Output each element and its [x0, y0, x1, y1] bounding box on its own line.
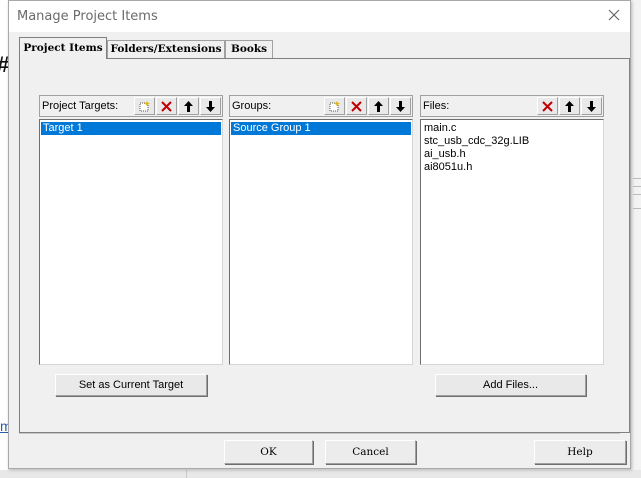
files-list[interactable]: main.c stc_usb_cdc_32g.LIB ai_usb.h ai80…: [420, 119, 604, 365]
groups-panel: Groups: Source Group 1: [229, 95, 413, 365]
files-header: Files:: [420, 95, 604, 117]
file-list-item[interactable]: ai_usb.h: [422, 148, 602, 161]
ok-button[interactable]: OK: [224, 440, 313, 464]
move-up-icon: [374, 100, 383, 112]
project-targets-list[interactable]: Target 1: [39, 119, 223, 365]
set-as-current-target-button[interactable]: Set as Current Target: [55, 374, 207, 396]
files-label: Files:: [423, 100, 450, 112]
delete-icon: [542, 100, 553, 112]
groups-label: Groups:: [232, 100, 272, 112]
move-up-icon: [565, 100, 574, 112]
add-files-button[interactable]: Add Files...: [435, 374, 586, 396]
move-down-icon: [206, 100, 215, 112]
background-taskbar-strip: [0, 470, 641, 478]
groups-list[interactable]: Source Group 1: [229, 119, 413, 365]
files-panel: Files: main.c stc_usb_cdc_32g.LIB ai_usb…: [420, 95, 604, 365]
new-group-button[interactable]: [324, 97, 345, 115]
close-button[interactable]: [604, 7, 624, 27]
project-targets-toolbar: [133, 97, 221, 115]
move-down-icon: [587, 100, 596, 112]
close-icon: [608, 9, 620, 21]
move-group-up-button[interactable]: [368, 97, 389, 115]
delete-icon: [351, 100, 362, 112]
tab-folders-extensions[interactable]: Folders/Extensions: [107, 40, 225, 58]
groups-header: Groups:: [229, 95, 413, 117]
delete-icon: [161, 100, 172, 112]
move-up-icon: [184, 100, 193, 112]
dialog-title: Manage Project Items: [17, 9, 158, 24]
title-bar: Manage Project Items: [9, 1, 630, 32]
move-down-icon: [396, 100, 405, 112]
tab-project-items[interactable]: Project Items: [19, 37, 107, 59]
delete-target-button[interactable]: [156, 97, 177, 115]
move-target-down-button[interactable]: [200, 97, 221, 115]
move-group-down-button[interactable]: [390, 97, 411, 115]
target-list-item[interactable]: Target 1: [41, 122, 221, 135]
project-targets-header: Project Targets:: [39, 95, 223, 117]
footer-separator: [19, 433, 620, 434]
manage-project-items-dialog: Manage Project Items Project Items Folde…: [8, 0, 631, 469]
new-target-button[interactable]: [134, 97, 155, 115]
tab-page-project-items: Project Targets: Target 1 Groups: Source…: [19, 58, 630, 433]
cancel-button[interactable]: Cancel: [325, 440, 416, 464]
new-icon: [139, 100, 150, 111]
move-file-up-button[interactable]: [559, 97, 580, 115]
project-targets-label: Project Targets:: [42, 100, 119, 112]
group-list-item[interactable]: Source Group 1: [231, 122, 411, 135]
delete-file-button[interactable]: [537, 97, 558, 115]
move-target-up-button[interactable]: [178, 97, 199, 115]
new-icon: [329, 100, 340, 111]
background-window-left: # m: [0, 0, 12, 478]
groups-toolbar: [323, 97, 411, 115]
files-toolbar: [536, 97, 602, 115]
file-list-item[interactable]: ai8051u.h: [422, 161, 602, 174]
file-list-item[interactable]: main.c: [422, 122, 602, 135]
tab-books[interactable]: Books: [225, 40, 273, 58]
move-file-down-button[interactable]: [581, 97, 602, 115]
help-button[interactable]: Help: [534, 440, 626, 464]
background-window-right: [630, 0, 641, 478]
delete-group-button[interactable]: [346, 97, 367, 115]
file-list-item[interactable]: stc_usb_cdc_32g.LIB: [422, 135, 602, 148]
project-targets-panel: Project Targets: Target 1: [39, 95, 223, 365]
